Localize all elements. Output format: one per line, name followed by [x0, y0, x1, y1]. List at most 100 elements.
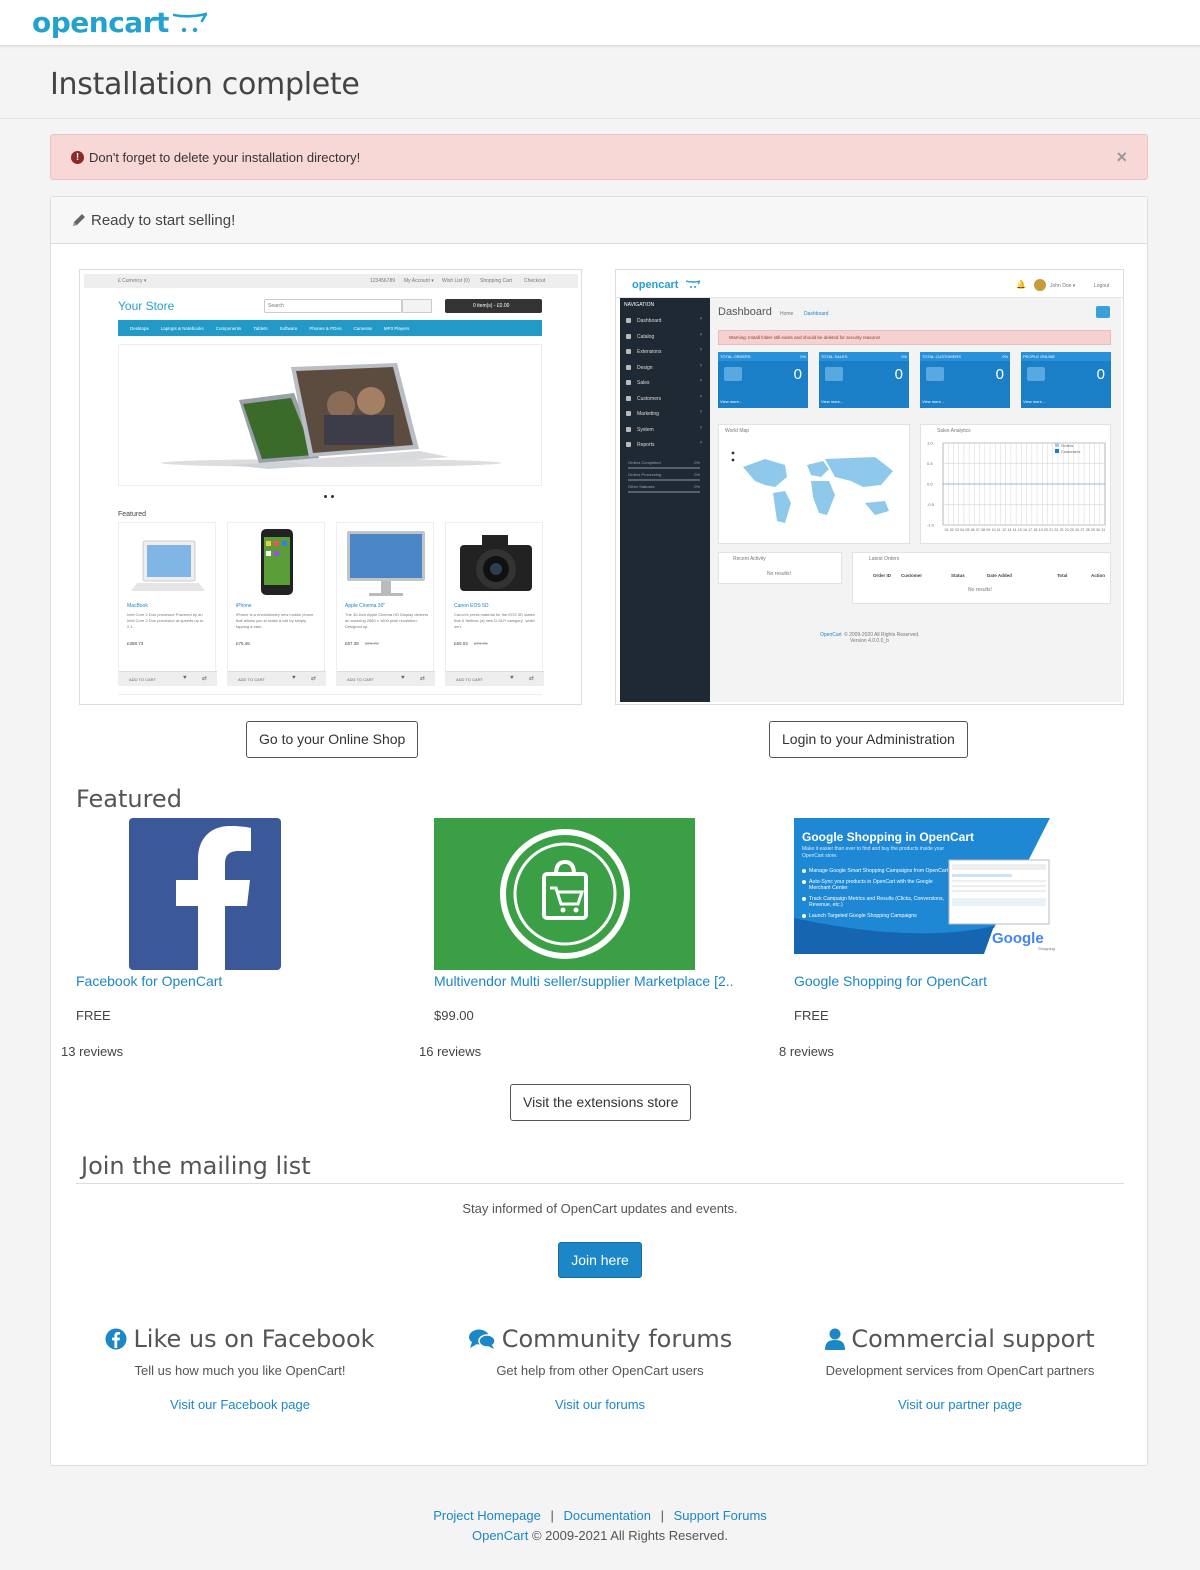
sales-chart-x-tick: 06 [971, 528, 975, 532]
check-circle-icon [802, 879, 806, 884]
recent-activity-empty: No results! [767, 571, 791, 577]
featured-item-price-3: FREE [794, 1008, 829, 1023]
admin-nav-item[interactable]: Reports › [620, 438, 710, 452]
compare-icon[interactable]: ⇄ [311, 675, 316, 682]
featured-item-reviews-1: 13 reviews [61, 1044, 124, 1059]
world-map-image [731, 451, 893, 523]
admin-nav-item[interactable]: Dashboard › [620, 314, 710, 328]
store-product-price: £75.46 [236, 641, 250, 646]
product-image[interactable] [446, 523, 544, 603]
admin-stat-tile-more[interactable]: View more... [1023, 399, 1045, 404]
heart-icon[interactable]: ♥ [510, 675, 514, 681]
store-menu-item[interactable]: Phones & PDAs [309, 326, 341, 331]
store-product-name[interactable]: Apple Cinema 30" [345, 603, 385, 609]
compare-icon[interactable]: ⇄ [529, 675, 534, 682]
admin-stat-tile: TOTAL CUSTOMERS 0% 0 View more... [920, 352, 1010, 408]
heart-icon[interactable]: ♥ [292, 675, 296, 681]
admin-nav-icon [626, 349, 631, 354]
close-icon[interactable]: × [1116, 147, 1127, 168]
multivendor-extension-image[interactable] [434, 818, 695, 970]
store-product-card[interactable]: Apple Cinema 30" The 30-inch Apple Cinema… [336, 522, 435, 686]
store-menu-item[interactable]: MP3 Players [384, 326, 410, 331]
google-shopping-extension-image[interactable]: Google Shopping in OpenCart Make it easi… [794, 818, 1055, 954]
facebook-extension-image[interactable] [129, 818, 281, 970]
chevron-right-icon: › [700, 440, 702, 446]
store-product-name[interactable]: Canon EOS 5D [454, 603, 488, 609]
featured-item-link-2[interactable]: Multivendor Multi seller/supplier Market… [434, 973, 734, 989]
support-forums-link[interactable]: Support Forums [674, 1508, 767, 1523]
footer-separator-1: | [550, 1508, 554, 1523]
admin-nav-label: Extensions [637, 349, 662, 355]
join-here-button[interactable]: Join here [558, 1242, 642, 1278]
store-product-card[interactable]: iPhone iPhone is a revolutionary new mobi… [227, 522, 326, 686]
store-product-card[interactable]: MacBook Intel Core 2 Duo processor Powere… [118, 522, 217, 686]
social-support-sub: Development services from OpenCart partn… [825, 1363, 1095, 1378]
store-product-name[interactable]: MacBook [127, 603, 148, 609]
sales-chart-x-tick: 03 [955, 528, 959, 532]
admin-stat-tile-more[interactable]: View more... [922, 399, 944, 404]
sales-chart-x-tick: 14 [1013, 528, 1017, 532]
store-menu-item[interactable]: Tablets [253, 326, 267, 331]
admin-nav-item[interactable]: Marketing › [620, 407, 710, 421]
admin-footer-brand[interactable]: OpenCart [820, 632, 842, 638]
admin-logout[interactable]: Logout [1094, 283, 1109, 289]
product-image[interactable] [119, 523, 217, 603]
admin-nav-item[interactable]: Design › [620, 361, 710, 375]
admin-nav-item[interactable]: Catalog › [620, 330, 710, 344]
sales-chart-x-tick: 29 [1091, 528, 1095, 532]
admin-side-stat: Orders Completed 0% [628, 460, 700, 470]
latest-orders-empty: No results! [968, 587, 992, 593]
admin-nav-item[interactable]: System › [620, 423, 710, 437]
store-cart-button: 0 item(s) - £0.00 [473, 303, 510, 309]
compare-icon[interactable]: ⇄ [202, 675, 207, 682]
product-image[interactable] [337, 523, 435, 603]
admin-user[interactable]: John Doe ▾ [1050, 283, 1075, 289]
facebook-page-link[interactable]: Visit our Facebook page [170, 1397, 310, 1412]
admin-nav-item[interactable]: Sales › [620, 376, 710, 390]
store-menu-item[interactable]: Components [216, 326, 242, 331]
latest-orders-column-header: Status [951, 573, 965, 578]
project-homepage-link[interactable]: Project Homepage [433, 1508, 541, 1523]
google-banner-bullet: Manage Google Smart Shopping Campaigns f… [802, 868, 952, 875]
heart-icon[interactable]: ♥ [183, 675, 187, 681]
store-menu-item[interactable]: Cameras [354, 326, 372, 331]
bell-icon[interactable]: 🔔 [1016, 280, 1026, 289]
store-product-name[interactable]: iPhone [236, 603, 252, 609]
facebook-f-icon [176, 826, 251, 970]
admin-stat-tile-more[interactable]: View more... [720, 399, 742, 404]
visit-extensions-store-button[interactable]: Visit the extensions store [510, 1084, 692, 1121]
opencart-logo[interactable]: opencart [32, 6, 207, 40]
add-to-cart-button[interactable]: ADD TO CART [129, 677, 156, 682]
partner-page-link[interactable]: Visit our partner page [898, 1397, 1022, 1412]
store-wishlist: Wish List (0) [442, 278, 470, 284]
product-image[interactable] [228, 523, 326, 603]
admin-nav-item[interactable]: Customers › [620, 392, 710, 406]
admin-stat-tile-label: TOTAL CUSTOMERS [922, 354, 961, 359]
google-banner-bullet: Track Campaign Metrics and Results (Clic… [802, 896, 952, 909]
opencart-footer-link[interactable]: OpenCart [472, 1528, 528, 1543]
check-circle-icon [802, 869, 806, 873]
store-product-card[interactable]: Canon EOS 5D Canon's press material for t… [445, 522, 544, 686]
store-menu-item[interactable]: Laptops & Notebooks [161, 326, 204, 331]
forums-link[interactable]: Visit our forums [555, 1397, 645, 1412]
login-administration-button[interactable]: Login to your Administration [769, 721, 968, 758]
sales-chart-legend-item: Customers [1055, 441, 1080, 456]
store-currency: £ Currency ▾ [118, 278, 147, 284]
admin-stat-tile: TOTAL ORDERS 0% 0 View more... [718, 352, 808, 408]
featured-item-link-3[interactable]: Google Shopping for OpenCart [794, 973, 987, 989]
add-to-cart-button[interactable]: ADD TO CART [238, 677, 265, 682]
store-menu-item[interactable]: Software [280, 326, 298, 331]
add-to-cart-button[interactable]: ADD TO CART [347, 677, 374, 682]
admin-settings-button[interactable] [1096, 306, 1110, 318]
admin-nav-item[interactable]: Extensions › [620, 345, 710, 359]
featured-item-link-1[interactable]: Facebook for OpenCart [76, 973, 222, 989]
heart-icon[interactable]: ♥ [401, 675, 405, 681]
documentation-link[interactable]: Documentation [564, 1508, 651, 1523]
compare-icon[interactable]: ⇄ [420, 675, 425, 682]
store-menu-item[interactable]: Desktops [130, 326, 149, 331]
admin-stat-tile-more[interactable]: View more... [821, 399, 843, 404]
featured-heading: Featured [76, 785, 182, 813]
add-to-cart-button[interactable]: ADD TO CART [456, 677, 483, 682]
go-to-online-shop-button[interactable]: Go to your Online Shop [246, 721, 419, 758]
sales-chart-x-tick: 15 [1018, 528, 1022, 532]
